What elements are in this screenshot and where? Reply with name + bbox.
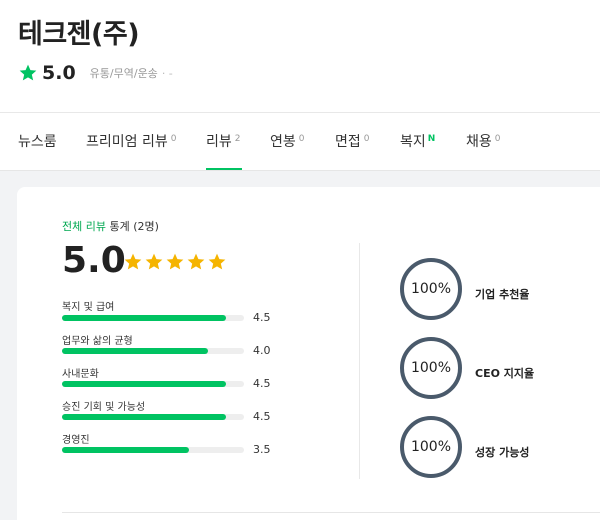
star-icon (145, 253, 163, 270)
tab-count: 0 (494, 134, 501, 144)
recommend-ring: 100% (400, 258, 462, 320)
metric-value: 4.5 (253, 377, 271, 390)
recommend-label: 기업 추천율 (475, 288, 530, 301)
company-name: 테크젠(주) (18, 19, 140, 50)
company-rating: 5.0 유통/무역/운송 · - (18, 62, 173, 84)
metric-label: 업무와 삶의 균형 (62, 336, 133, 347)
ceo-ring: 100% (400, 337, 462, 399)
metric-label: 복지 및 급여 (62, 302, 115, 313)
metric-value: 4.0 (253, 344, 271, 357)
rating-value: 5.0 (42, 62, 76, 84)
star-icon (208, 253, 226, 270)
overall-score: 5.0 (62, 240, 126, 281)
tab-benefits[interactable]: 복지 N (400, 131, 435, 151)
metric-value: 3.5 (253, 443, 271, 456)
tab-interview[interactable]: 면접 0 (335, 131, 370, 151)
stats-title: 전체 리뷰 통계 (2명) (62, 220, 159, 233)
metric-label: 경영진 (62, 435, 90, 446)
tab-count: 0 (363, 134, 370, 144)
metric-bar (62, 414, 244, 420)
star-icon (19, 64, 37, 81)
metric-value: 4.5 (253, 410, 271, 423)
metric-bar-fill (62, 447, 190, 453)
growth-label: 성장 가능성 (475, 446, 530, 459)
tab-count: 0 (170, 134, 177, 144)
metric-bar (62, 348, 244, 354)
card-bottom-divider (62, 512, 600, 513)
new-badge: N (427, 134, 436, 144)
metric-bar-fill (62, 414, 226, 420)
metric-bar (62, 447, 244, 453)
ceo-label: CEO 지지율 (475, 367, 535, 380)
stats-divider (359, 243, 360, 479)
metric-bar-fill (62, 348, 208, 354)
tab-salary[interactable]: 연봉 0 (270, 131, 305, 151)
metric-label: 승진 기회 및 가능성 (62, 402, 146, 413)
tab-count: 0 (298, 134, 305, 144)
tab-review[interactable]: 리뷰 2 (206, 131, 241, 151)
tab-jobs[interactable]: 채용 0 (466, 131, 501, 151)
metric-bar-fill (62, 315, 226, 321)
company-header: 테크젠(주) 5.0 유통/무역/운송 · - (0, 0, 600, 113)
tab-count: 2 (234, 134, 241, 144)
metric-bar (62, 381, 244, 387)
company-tabs: 뉴스룸 프리미엄 리뷰 0 리뷰 2 연봉 0 면접 0 복지 N 채용 0 (0, 113, 600, 170)
industry-extra: · - (161, 66, 173, 80)
star-icon (187, 253, 205, 270)
star-rating (123, 252, 228, 272)
tab-premium-review[interactable]: 프리미엄 리뷰 0 (86, 131, 176, 151)
growth-ring: 100% (400, 416, 462, 478)
metric-value: 4.5 (253, 311, 271, 324)
metric-label: 사내문화 (62, 369, 99, 380)
metric-bar-fill (62, 381, 226, 387)
metric-bar (62, 315, 244, 321)
industry-label: 유통/무역/운송 (89, 67, 158, 80)
star-icon (124, 253, 142, 270)
star-icon (166, 253, 184, 270)
tab-newsroom[interactable]: 뉴스룸 (18, 131, 57, 151)
